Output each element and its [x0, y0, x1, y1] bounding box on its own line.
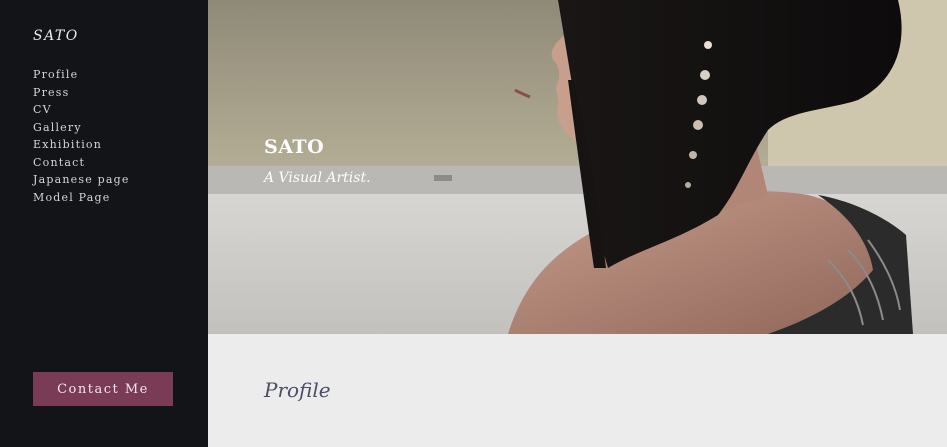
- site-logo[interactable]: SATO: [33, 28, 79, 44]
- hero-portrait-image: [208, 0, 947, 334]
- nav-item-model-page[interactable]: Model Page: [33, 189, 130, 207]
- nav-item-press[interactable]: Press: [33, 84, 130, 102]
- nav-item-cv[interactable]: CV: [33, 101, 130, 119]
- nav-item-profile[interactable]: Profile: [33, 66, 130, 84]
- main-content: Profile: [208, 334, 947, 447]
- contact-me-button[interactable]: Contact Me: [33, 372, 173, 406]
- hero-banner: SATO A Visual Artist.: [208, 0, 947, 334]
- nav-item-contact[interactable]: Contact: [33, 154, 130, 172]
- nav-item-japanese-page[interactable]: Japanese page: [33, 171, 130, 189]
- sidebar: SATO Profile Press CV Gallery Exhibition…: [0, 0, 208, 447]
- page: SATO Profile Press CV Gallery Exhibition…: [0, 0, 947, 447]
- nav-item-gallery[interactable]: Gallery: [33, 119, 130, 137]
- nav-item-exhibition[interactable]: Exhibition: [33, 136, 130, 154]
- sidebar-nav: Profile Press CV Gallery Exhibition Cont…: [33, 66, 130, 206]
- section-heading-profile: Profile: [264, 378, 331, 402]
- hero-title: SATO: [264, 136, 325, 158]
- hero-subtitle: A Visual Artist.: [264, 170, 371, 186]
